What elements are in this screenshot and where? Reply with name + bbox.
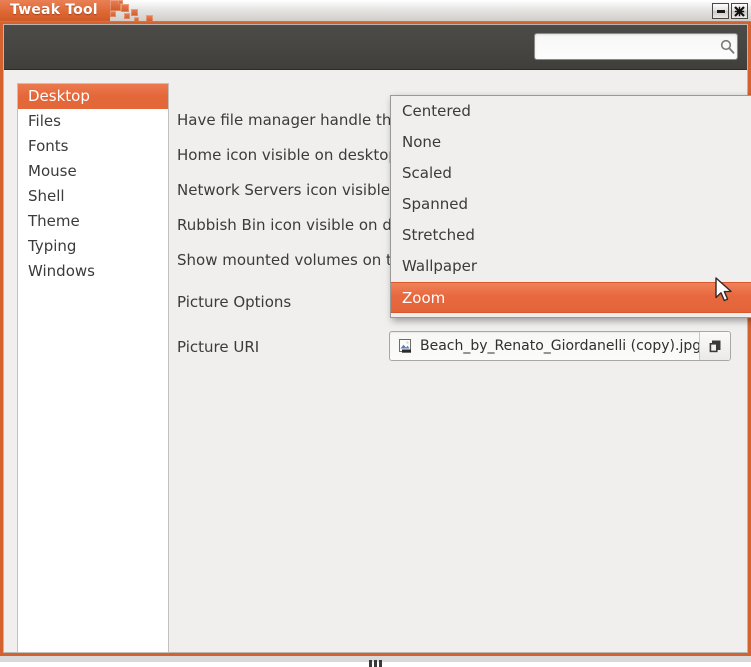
sidebar-item-theme[interactable]: Theme (18, 209, 168, 234)
dropdown-option-spanned[interactable]: Spanned (391, 189, 751, 220)
toolbar (4, 25, 747, 70)
dropdown-option-label: Centered (402, 102, 471, 120)
dropdown-option-label: None (402, 133, 441, 151)
minimize-button[interactable] (712, 3, 729, 19)
dropdown-option-scaled[interactable]: Scaled (391, 158, 751, 189)
window-title: Tweak Tool (10, 2, 98, 18)
copy-icon (708, 339, 723, 354)
sidebar-item-label: Shell (28, 187, 65, 205)
dropdown-option-wallpaper[interactable]: Wallpaper (391, 251, 751, 282)
tweak-tool-window: Tweak Tool (0, 0, 751, 667)
resize-grip-bar (369, 660, 372, 667)
sidebar-item-mouse[interactable]: Mouse (18, 159, 168, 184)
search-box[interactable] (534, 33, 738, 60)
sidebar-item-label: Fonts (28, 137, 68, 155)
resize-grip[interactable] (361, 658, 391, 667)
sidebar-item-label: Files (28, 112, 61, 130)
titlebar-pixel-decoration (146, 15, 153, 22)
resize-grip-bar (379, 660, 382, 667)
titlebar-pixel-decoration (118, 0, 123, 4)
sidebar-item-label: Typing (28, 237, 76, 255)
titlebar-pixel-decoration (124, 13, 130, 19)
image-file-icon (395, 337, 417, 355)
setting-row-home-icon: Home icon visible on desktop (177, 142, 398, 168)
dropdown-option-label: Zoom (402, 289, 445, 307)
sidebar-item-typing[interactable]: Typing (18, 234, 168, 259)
resize-grip-bar (374, 660, 377, 667)
dropdown-option-label: Scaled (402, 164, 452, 182)
window-body: Desktop Files Fonts Mouse Shell Theme (3, 24, 748, 653)
sidebar-item-desktop[interactable]: Desktop (18, 84, 168, 109)
close-icon (734, 6, 745, 17)
sidebar-item-files[interactable]: Files (18, 109, 168, 134)
dropdown-option-stretched[interactable]: Stretched (391, 220, 751, 251)
sidebar-item-fonts[interactable]: Fonts (18, 134, 168, 159)
setting-row-picture-uri: Picture URI (177, 334, 259, 360)
setting-label: Picture URI (177, 338, 259, 356)
dropdown-option-label: Stretched (402, 226, 475, 244)
dropdown-option-none[interactable]: None (391, 127, 751, 158)
dropdown-option-label: Wallpaper (402, 257, 477, 275)
picture-uri-field[interactable]: Beach_by_Renato_Giordanelli (copy).jpg (389, 331, 731, 361)
dropdown-option-label: Spanned (402, 195, 468, 213)
titlebar-pixel-decoration (121, 4, 129, 12)
picture-uri-value: Beach_by_Renato_Giordanelli (copy).jpg (417, 338, 699, 354)
titlebar-pixel-decoration (110, 11, 116, 17)
dropdown-option-centered[interactable]: Centered (391, 96, 751, 127)
minimize-icon (717, 10, 725, 13)
sidebar-item-shell[interactable]: Shell (18, 184, 168, 209)
sidebar-item-label: Desktop (28, 87, 90, 105)
setting-label: Home icon visible on desktop (177, 146, 398, 164)
window-titlebar[interactable]: Tweak Tool (0, 0, 751, 22)
picture-uri-copy-button[interactable] (699, 332, 730, 360)
dropdown-option-zoom[interactable]: Zoom (391, 282, 751, 313)
sidebar-item-label: Mouse (28, 162, 77, 180)
search-input[interactable] (535, 35, 719, 58)
sidebar-item-label: Theme (28, 212, 80, 230)
titlebar-pixel-decoration (131, 9, 138, 16)
setting-row-picture-options: Picture Options (177, 289, 291, 315)
sidebar-list[interactable]: Desktop Files Fonts Mouse Shell Theme (17, 83, 169, 653)
window-frame: Desktop Files Fonts Mouse Shell Theme (0, 22, 751, 656)
close-button[interactable] (731, 3, 748, 19)
sidebar-item-label: Windows (28, 262, 95, 280)
setting-label: Picture Options (177, 293, 291, 311)
picture-options-dropdown[interactable]: Centered None Scaled Spanned Stretched W… (390, 95, 751, 318)
search-icon[interactable] (719, 34, 735, 59)
sidebar-item-windows[interactable]: Windows (18, 259, 168, 284)
